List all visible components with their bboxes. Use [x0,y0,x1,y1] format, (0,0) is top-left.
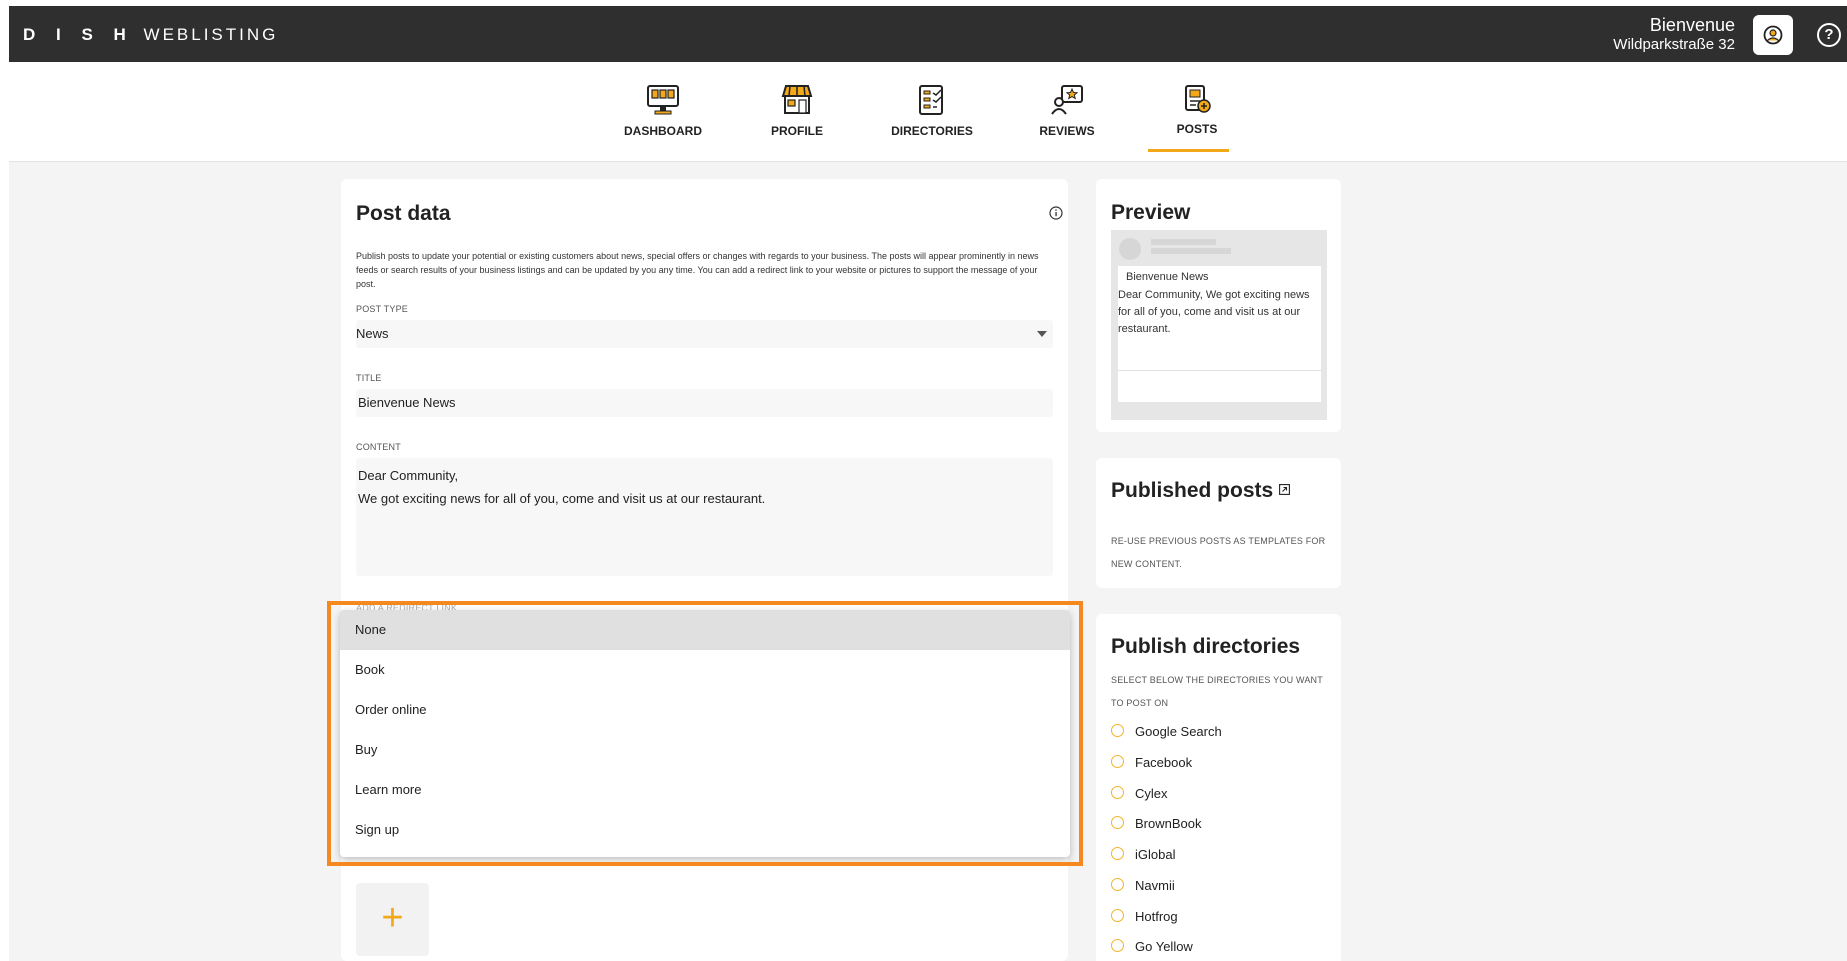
user-address: Wildparkstraße 32 [1613,36,1735,53]
nav-posts[interactable]: POSTS [1147,84,1247,136]
directory-label: Google Search [1135,724,1222,739]
directory-label: Facebook [1135,755,1193,770]
chevron-down-icon [1037,331,1047,337]
radio-icon[interactable] [1111,909,1124,922]
post-type-select[interactable]: News [356,320,1053,348]
title-value: Bienvenue News [358,395,456,410]
post-data-description: Publish posts to update your potential o… [356,251,1039,289]
nav-dashboard-label: DASHBOARD [624,124,702,138]
content-line-2: We got exciting news for all of you, com… [358,491,766,506]
post-type-label: POST TYPE [356,304,408,314]
preview-post: Bienvenue News Dear Community, We got ex… [1118,266,1321,402]
user-avatar-icon [1763,25,1783,45]
publish-directories-card: Publish directories SELECT BELOW THE DIR… [1096,614,1341,961]
published-posts-title[interactable]: Published posts [1111,479,1290,503]
preview-name-bar [1151,239,1216,245]
account-button[interactable] [1753,15,1793,55]
nav-dashboard[interactable]: DASHBOARD [613,84,713,138]
brand-bold: D I S H [23,25,134,44]
content-textarea[interactable]: Dear Community, We got exciting news for… [356,458,1053,576]
add-image-button[interactable]: + [356,883,429,956]
store-icon [781,85,813,114]
directory-label: Navmii [1135,878,1175,893]
radio-icon[interactable] [1111,724,1124,737]
published-subtitle-line-1: RE-USE PREVIOUS POSTS AS TEMPLATES FOR [1111,536,1326,546]
published-posts-subtitle: RE-USE PREVIOUS POSTS AS TEMPLATES FOR N… [1111,530,1325,576]
directories-subtitle-line-2: TO POST ON [1111,698,1169,708]
radio-icon[interactable] [1111,939,1124,952]
user-info: Bienvenue Wildparkstraße 32 [1613,16,1735,54]
publish-directories-subtitle: SELECT BELOW THE DIRECTORIES YOU WANT TO… [1111,669,1323,715]
preview-date-bar [1151,248,1231,254]
preview-title: Preview [1111,201,1191,224]
radio-icon[interactable] [1111,786,1124,799]
highlight-box [327,601,1083,866]
user-name: Bienvenue [1649,15,1735,35]
preview-card: Preview Bienvenue News Dear Community, W… [1096,179,1341,432]
post-type-value: News [356,326,389,341]
posts-icon [1185,85,1211,113]
dashboard-icon [647,85,679,115]
published-posts-card: Published posts RE-USE PREVIOUS POSTS AS… [1096,458,1341,588]
nav-reviews-label: REVIEWS [1039,124,1095,138]
radio-icon[interactable] [1111,755,1124,768]
preview-post-title: Bienvenue News [1126,271,1209,283]
nav-posts-label: POSTS [1176,122,1218,136]
publish-directories-title: Publish directories [1111,635,1301,658]
post-data-title: Post data [356,202,451,225]
external-link-icon [1279,484,1290,495]
content-label: CONTENT [356,442,401,452]
content-line-1: Dear Community, [358,468,459,483]
radio-icon[interactable] [1111,816,1124,829]
active-tab-indicator [1148,149,1229,152]
brand-logo[interactable]: D I S H WEBLISTING [23,25,278,45]
directories-icon [919,85,943,115]
nav-profile[interactable]: PROFILE [747,84,847,138]
preview-post-text: Dear Community, We got exciting news for… [1118,289,1310,335]
directories-subtitle-line-1: SELECT BELOW THE DIRECTORIES YOU WANT [1111,675,1323,685]
reviews-icon [1051,85,1083,115]
top-bar: D I S H WEBLISTING Bienvenue Wildparkstr… [9,6,1847,62]
radio-icon[interactable] [1111,847,1124,860]
title-input[interactable]: Bienvenue News [356,389,1053,417]
radio-icon[interactable] [1111,878,1124,891]
published-posts-label: Published posts [1111,479,1274,502]
directory-label: Cylex [1135,786,1168,801]
directory-label: iGlobal [1135,847,1176,862]
directory-label: Go Yellow [1135,939,1193,954]
app-frame: D I S H WEBLISTING Bienvenue Wildparkstr… [9,6,1847,961]
main-nav: DASHBOARD PROFILE DIRECTORIES REVIEWS PO… [9,62,1847,162]
preview-divider [1118,370,1321,371]
info-icon[interactable] [1049,206,1063,220]
brand-light: WEBLISTING [143,25,279,44]
nav-reviews[interactable]: REVIEWS [1017,84,1117,138]
preview-frame: Bienvenue News Dear Community, We got ex… [1111,230,1327,420]
nav-profile-label: PROFILE [770,124,823,138]
directory-label: Hotfrog [1135,909,1178,924]
nav-directories-label: DIRECTORIES [891,124,973,138]
published-subtitle-line-2: NEW CONTENT. [1111,559,1182,569]
title-label: TITLE [356,373,382,383]
nav-directories[interactable]: DIRECTORIES [882,84,982,138]
preview-avatar [1119,238,1141,260]
directory-label: BrownBook [1135,816,1202,831]
help-icon[interactable]: ? [1817,23,1841,47]
